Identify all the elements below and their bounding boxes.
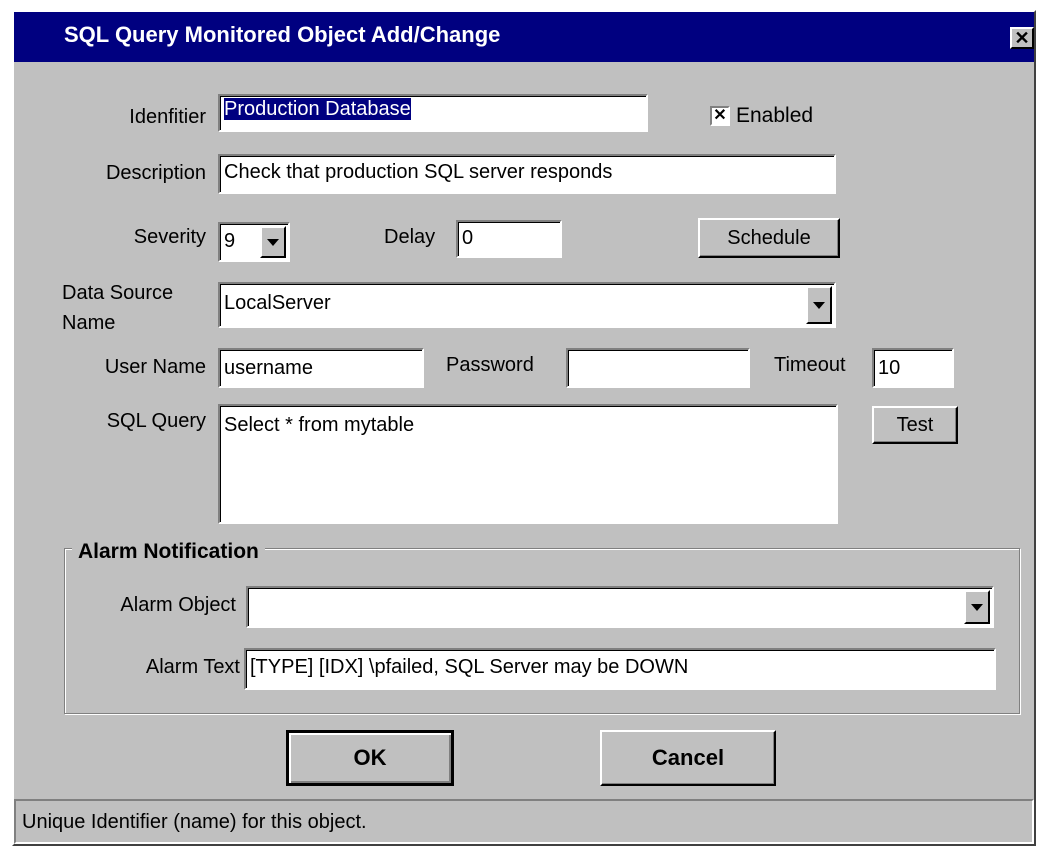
- schedule-button[interactable]: Schedule: [698, 218, 840, 258]
- enabled-checkbox[interactable]: ✕: [710, 106, 730, 126]
- chevron-down-icon: [971, 603, 983, 611]
- test-button[interactable]: Test: [872, 406, 958, 444]
- user-name-label: User Name: [104, 356, 206, 378]
- severity-select[interactable]: 9: [218, 222, 290, 262]
- severity-dropdown-button[interactable]: [260, 226, 286, 258]
- enabled-label: Enabled: [736, 104, 814, 127]
- status-text: Unique Identifier (name) for this object…: [22, 811, 367, 833]
- close-button[interactable]: ✕: [1010, 27, 1034, 49]
- sql-query-textarea[interactable]: Select * from mytable: [218, 404, 838, 524]
- alarm-text-value: [TYPE] [IDX] \pfailed, SQL Server may be…: [250, 656, 689, 678]
- alarm-object-select[interactable]: [246, 586, 994, 628]
- timeout-value: 10: [878, 357, 901, 379]
- data-source-value: LocalServer: [224, 292, 331, 314]
- description-value: Check that production SQL server respond…: [224, 161, 613, 183]
- chevron-down-icon: [813, 301, 825, 309]
- dialog-window: SQL Query Monitored Object Add/Change ✕ …: [12, 10, 1036, 846]
- sql-query-label: SQL Query: [106, 410, 206, 432]
- description-label: Description: [105, 162, 206, 184]
- ok-button-label: OK: [353, 745, 387, 770]
- test-button-label: Test: [896, 413, 934, 436]
- user-name-input[interactable]: username: [218, 348, 424, 388]
- description-input[interactable]: Check that production SQL server respond…: [218, 154, 836, 194]
- identifier-label: Idenfitier: [129, 106, 206, 128]
- ok-button[interactable]: OK: [286, 730, 454, 786]
- severity-label: Severity: [133, 226, 206, 248]
- window-title: SQL Query Monitored Object Add/Change: [64, 22, 501, 47]
- data-source-select[interactable]: LocalServer: [218, 282, 836, 328]
- delay-input[interactable]: 0: [456, 220, 562, 258]
- cancel-button[interactable]: Cancel: [600, 730, 776, 786]
- checkbox-checked-icon: ✕: [713, 107, 727, 124]
- identifier-input[interactable]: Production Database: [218, 94, 648, 132]
- data-source-label-line1: Data Source: [62, 282, 174, 304]
- alarm-object-dropdown-button[interactable]: [964, 590, 990, 624]
- timeout-input[interactable]: 10: [872, 348, 954, 388]
- chevron-down-icon: [267, 238, 279, 246]
- alarm-notification-title: Alarm Notification: [72, 540, 265, 564]
- alarm-text-label: Alarm Text: [145, 656, 240, 678]
- data-source-label-line2: Name: [62, 312, 116, 334]
- alarm-object-label: Alarm Object: [120, 594, 236, 616]
- sql-query-value: Select * from mytable: [224, 414, 415, 436]
- alarm-text-input[interactable]: [TYPE] [IDX] \pfailed, SQL Server may be…: [244, 648, 996, 690]
- severity-value: 9: [224, 230, 236, 252]
- data-source-dropdown-button[interactable]: [806, 286, 832, 324]
- cancel-button-label: Cancel: [651, 745, 725, 770]
- password-label: Password: [446, 354, 534, 376]
- delay-value: 0: [462, 227, 474, 249]
- timeout-label: Timeout: [774, 354, 846, 376]
- user-name-value: username: [224, 357, 313, 379]
- status-bar: Unique Identifier (name) for this object…: [14, 799, 1034, 844]
- password-input[interactable]: [566, 348, 750, 388]
- close-icon: ✕: [1014, 28, 1030, 48]
- title-bar[interactable]: SQL Query Monitored Object Add/Change ✕: [14, 12, 1034, 62]
- delay-label: Delay: [384, 226, 436, 248]
- identifier-value: Production Database: [224, 98, 411, 120]
- schedule-button-label: Schedule: [727, 226, 811, 249]
